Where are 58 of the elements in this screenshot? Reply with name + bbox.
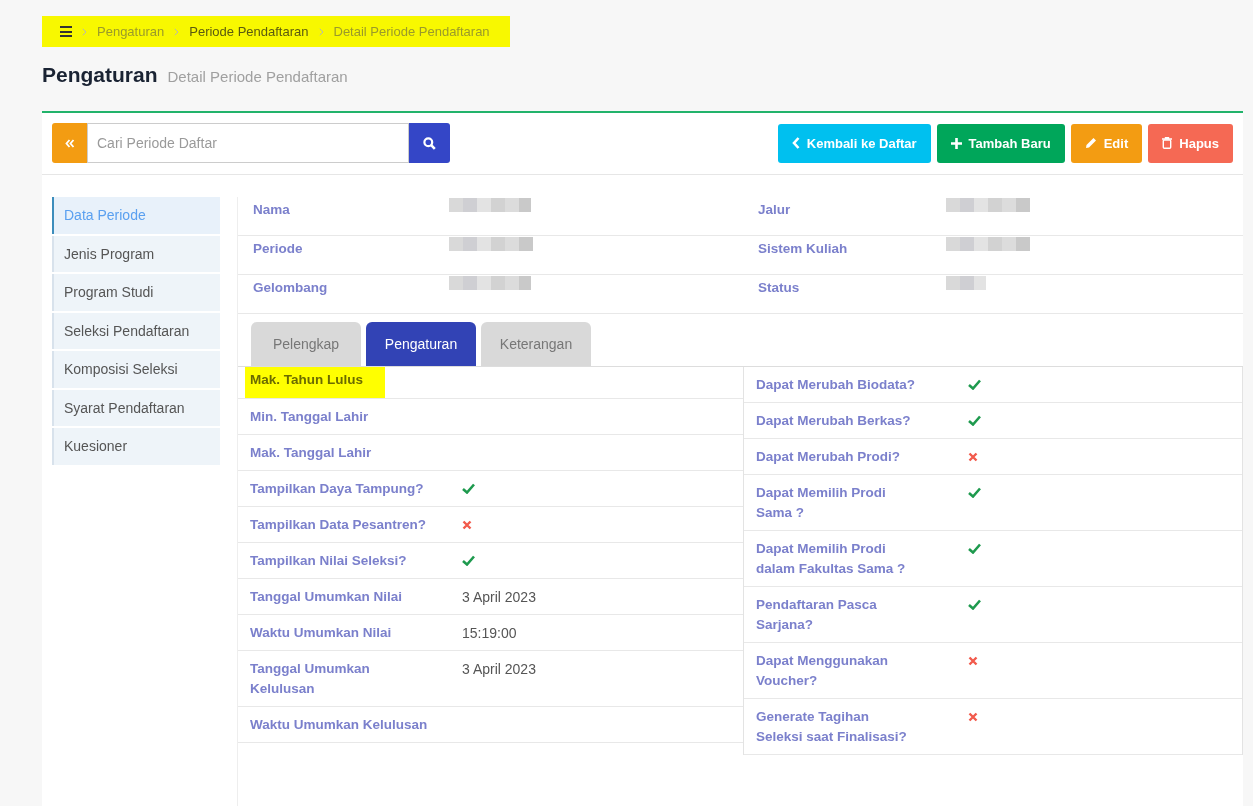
field-value: 3 April 2023 — [462, 589, 536, 605]
setting-label: Waktu Umumkan Kelulusan — [250, 716, 429, 734]
plus-icon — [950, 137, 962, 149]
field-value: 3 April 2023 — [462, 661, 536, 677]
double-chevron-left-icon — [64, 138, 75, 148]
setting-label: Min. Tanggal Lahir — [250, 408, 370, 426]
breadcrumb-link[interactable]: Pengaturan — [97, 24, 165, 39]
tab[interactable]: Pengaturan — [366, 322, 476, 366]
delete-button[interactable]: Hapus — [1148, 123, 1233, 163]
chevron-right-icon — [174, 27, 180, 36]
chevron-right-icon — [82, 27, 87, 36]
field-label: Periode — [252, 241, 304, 256]
sidebar-item[interactable]: Komposisi Seleksi — [52, 351, 220, 388]
pencil-icon — [1084, 137, 1097, 149]
sidebar-item[interactable]: Seleksi Pendaftaran — [52, 312, 220, 349]
page-title: Pengaturan — [42, 63, 158, 87]
setting-label: Dapat Merubah Biodata? — [756, 376, 916, 394]
sidebar-item[interactable]: Program Studi — [52, 274, 220, 311]
setting-label: Tampilkan Nilai Seleksi? — [250, 552, 408, 570]
setting-label: Tampilkan Daya Tampung? — [250, 480, 425, 498]
breadcrumb-link[interactable]: Detail Periode Pendaftaran — [333, 24, 490, 39]
setting-label: Dapat Memilih Prodi Sama ? — [756, 484, 887, 522]
field-label: Jalur — [757, 202, 792, 217]
search-icon — [423, 136, 436, 150]
breadcrumb-link[interactable]: Periode Pendaftaran — [189, 24, 309, 39]
sidebar-item[interactable]: Syarat Pendaftaran — [52, 389, 220, 426]
setting-label: Waktu Umumkan Nilai — [250, 624, 393, 642]
add-button[interactable]: Tambah Baru — [936, 123, 1065, 163]
setting-label: Tanggal Umumkan Kelulusan — [250, 660, 371, 698]
setting-label: Dapat Merubah Berkas? — [756, 412, 912, 430]
setting-label: Pendaftaran Pasca Sarjana? — [756, 596, 878, 634]
setting-label: Mak. Tanggal Lahir — [250, 444, 373, 462]
field-label: Sistem Kuliah — [757, 241, 849, 256]
field-label: Status — [757, 280, 801, 295]
tab[interactable]: Pelengkap — [251, 322, 361, 366]
setting-label: Dapat Merubah Prodi? — [756, 448, 901, 466]
sidebar-item[interactable]: Jenis Program — [52, 235, 220, 272]
search-field[interactable]: Cari Periode Daftar — [87, 123, 409, 163]
chevron-right-icon — [318, 27, 324, 36]
menu-icon[interactable] — [60, 26, 72, 37]
trash-icon — [1162, 137, 1173, 149]
sidebar-item[interactable]: Kuesioner — [52, 428, 220, 465]
setting-label: Dapat Memilih Prodi dalam Fakultas Sama ? — [756, 540, 907, 578]
field-label: Gelombang — [252, 280, 329, 295]
edit-button[interactable]: Edit — [1070, 123, 1143, 163]
chevron-left-icon — [791, 137, 800, 149]
search-button[interactable] — [409, 123, 450, 163]
back-button[interactable]: Kembali ke Daftar — [777, 123, 931, 163]
field-value: 15:19:00 — [462, 625, 517, 641]
page-subtitle: Detail Periode Pendaftaran — [167, 68, 348, 85]
sidebar-item[interactable]: Data Periode — [52, 197, 220, 234]
tab[interactable]: Keterangan — [481, 322, 591, 366]
setting-label: Tampilkan Data Pesantren? — [250, 516, 428, 534]
setting-label: Tanggal Umumkan Nilai — [250, 588, 404, 606]
setting-label: Dapat Menggunakan Voucher? — [756, 652, 889, 690]
field-label: Nama — [252, 202, 291, 217]
setting-label: Mak. Tahun Lulus — [245, 367, 385, 398]
setting-label: Generate Tagihan Seleksi saat Finalisasi? — [756, 708, 908, 746]
